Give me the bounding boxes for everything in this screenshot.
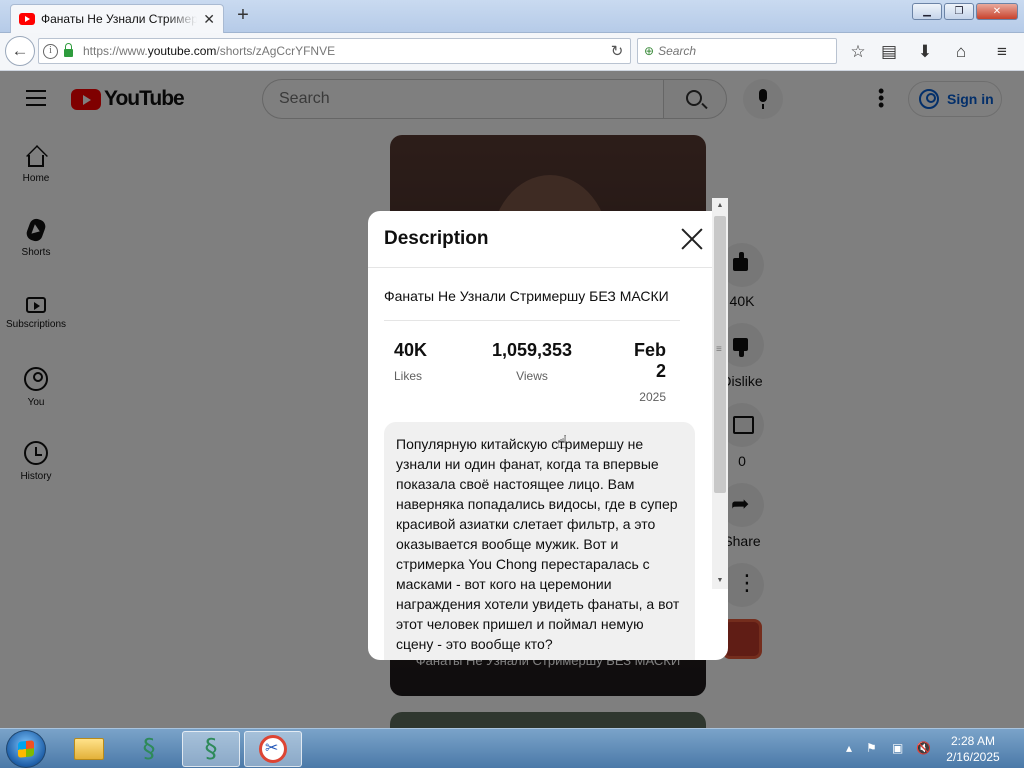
bookmark-star-icon[interactable]: ☆ (847, 41, 869, 63)
browser-nav-bar: ← i https://www.youtube.com/shorts/zAgCc… (0, 33, 1024, 71)
close-window-button[interactable]: ✕ (976, 3, 1018, 20)
date-year: 2025 (639, 390, 666, 404)
tab-close-icon[interactable]: ✕ (203, 11, 215, 28)
back-button[interactable]: ← (5, 36, 35, 66)
description-dialog: Description Фанаты Не Узнали Стримершу Б… (368, 211, 728, 660)
snipping-tool-icon (259, 735, 287, 763)
views-factoid: 1,059,353 Views (484, 340, 580, 404)
dialog-scrollbar[interactable]: ▲ ▼ (712, 198, 728, 589)
browser-search-input[interactable] (658, 44, 819, 58)
hand-cursor-icon: ☝ (557, 432, 568, 452)
minimize-button[interactable]: ▁ (912, 3, 942, 20)
dialog-body[interactable]: Фанаты Не Узнали Стримершу БЕЗ МАСКИ 40K… (368, 269, 712, 660)
date-factoid: Feb 2 2025 (620, 340, 680, 404)
volume-muted-icon[interactable]: 🔇 (916, 741, 931, 755)
url-text[interactable]: https://www.youtube.com/shorts/zAgCcrYFN… (83, 44, 604, 58)
youtube-page: YouTube ••• Sign in Home Shorts Subscrip… (0, 71, 1024, 728)
start-button[interactable] (6, 730, 46, 768)
tab-title: Фанаты Не Узнали Стримершу БЕЗ МАСКИ (41, 12, 198, 26)
home-icon[interactable]: ⌂ (950, 41, 972, 63)
dialog-title: Description (384, 228, 489, 249)
browser-tab[interactable]: Фанаты Не Узнали Стримершу БЕЗ МАСКИ ✕ (10, 4, 224, 33)
views-value: 1,059,353 (491, 340, 573, 360)
description-text: Популярную китайскую стримершу не узнали… (396, 436, 680, 652)
taskbar-clock[interactable]: 2:28 AM 2/16/2025 (934, 733, 1012, 765)
dragon-app-active-icon: § (204, 734, 218, 764)
back-arrow-icon: ← (11, 41, 29, 60)
new-tab-button[interactable]: + (232, 4, 254, 27)
close-icon[interactable] (680, 227, 704, 251)
date-value: Feb 2 (633, 340, 666, 381)
taskbar-explorer[interactable] (60, 731, 118, 767)
download-icon[interactable]: ⬇ (914, 41, 936, 63)
taskbar-dragon-app[interactable]: § (120, 731, 178, 767)
dialog-header: Description (368, 211, 728, 268)
action-center-flag-icon[interactable]: ⚑ (866, 741, 877, 755)
taskbar-dragon-app-active[interactable]: § (182, 731, 240, 767)
description-box: Популярную китайскую стримершу не узнали… (384, 422, 695, 660)
views-label: Views (516, 369, 548, 383)
info-icon[interactable]: i (43, 43, 58, 59)
browser-search-bar[interactable]: ⊕ (637, 38, 837, 64)
windows-explorer-icon (74, 738, 104, 760)
clock-date: 2/16/2025 (946, 750, 1000, 764)
hamburger-menu-icon[interactable]: ≡ (991, 41, 1013, 63)
window-controls: ▁ ❐ ✕ (912, 3, 1018, 20)
divider (384, 320, 680, 321)
likes-value: 40K (394, 340, 428, 360)
likes-factoid: 40K Likes (384, 340, 444, 404)
scrollbar-thumb[interactable] (714, 216, 726, 493)
network-icon[interactable]: ▣ (892, 741, 903, 755)
restore-button[interactable]: ❐ (944, 3, 974, 20)
reading-list-icon[interactable]: ▤ (878, 41, 900, 63)
likes-label: Likes (394, 369, 423, 383)
video-factoids: 40K Likes 1,059,353 Views Feb 2 2025 (384, 340, 680, 404)
clock-time: 2:28 AM (950, 734, 996, 748)
video-title: Фанаты Не Узнали Стримершу БЕЗ МАСКИ (384, 288, 669, 304)
youtube-favicon-icon (19, 13, 35, 25)
scroll-up-arrow-icon[interactable]: ▲ (712, 198, 728, 214)
dragon-app-icon: § (142, 734, 156, 764)
show-hidden-icons-icon[interactable]: ▴ (846, 741, 852, 755)
taskbar-snipping-tool[interactable] (244, 731, 302, 767)
reload-icon[interactable]: ↻ (604, 42, 630, 60)
lock-icon (64, 43, 73, 57)
search-engine-icon: ⊕ (644, 44, 655, 58)
url-bar[interactable]: i https://www.youtube.com/shorts/zAgCcrY… (38, 38, 631, 64)
browser-tab-bar: Фанаты Не Узнали Стримершу БЕЗ МАСКИ ✕ +… (0, 0, 1024, 33)
windows-taskbar: § § ▴ ⚑ ▣ 🔇 2:28 AM 2/16/2025 (0, 728, 1024, 768)
scroll-down-arrow-icon[interactable]: ▼ (712, 573, 728, 589)
